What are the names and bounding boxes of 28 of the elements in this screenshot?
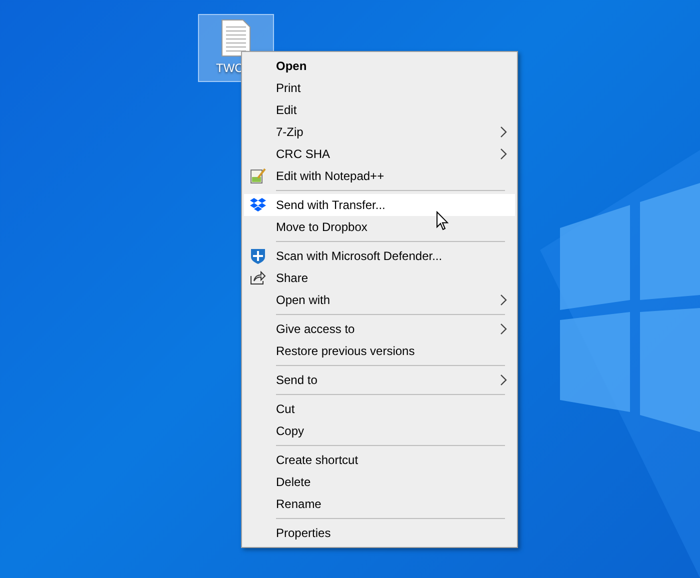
menu-item[interactable]: Copy	[244, 420, 515, 442]
chevron-right-icon	[500, 126, 507, 138]
menu-item[interactable]: Send to	[244, 369, 515, 391]
menu-item[interactable]: Create shortcut	[244, 449, 515, 471]
menu-item[interactable]: Edit	[244, 99, 515, 121]
chevron-right-icon	[500, 323, 507, 335]
share-icon	[250, 270, 266, 286]
mouse-pointer-icon	[436, 211, 449, 231]
notepad-icon	[250, 168, 266, 184]
menu-item[interactable]: Rename	[244, 493, 515, 515]
menu-item[interactable]: Move to Dropbox	[244, 216, 515, 238]
menu-item[interactable]: Scan with Microsoft Defender...	[244, 245, 515, 267]
dropbox-icon	[250, 197, 266, 213]
menu-item[interactable]: Delete	[244, 471, 515, 493]
menu-item[interactable]: CRC SHA	[244, 143, 515, 165]
menu-item[interactable]: Send with Transfer...	[244, 194, 515, 216]
menu-item[interactable]: Share	[244, 267, 515, 289]
menu-item[interactable]: Restore previous versions	[244, 340, 515, 362]
shield-icon	[250, 248, 266, 264]
menu-item[interactable]: Open with	[244, 289, 515, 311]
menu-item[interactable]: 7-Zip	[244, 121, 515, 143]
menu-item[interactable]: Edit with Notepad++	[244, 165, 515, 187]
chevron-right-icon	[500, 294, 507, 306]
menu-item[interactable]: Properties	[244, 522, 515, 544]
chevron-right-icon	[500, 148, 507, 160]
menu-item[interactable]: Cut	[244, 398, 515, 420]
chevron-right-icon	[500, 374, 507, 386]
menu-item[interactable]: Give access to	[244, 318, 515, 340]
